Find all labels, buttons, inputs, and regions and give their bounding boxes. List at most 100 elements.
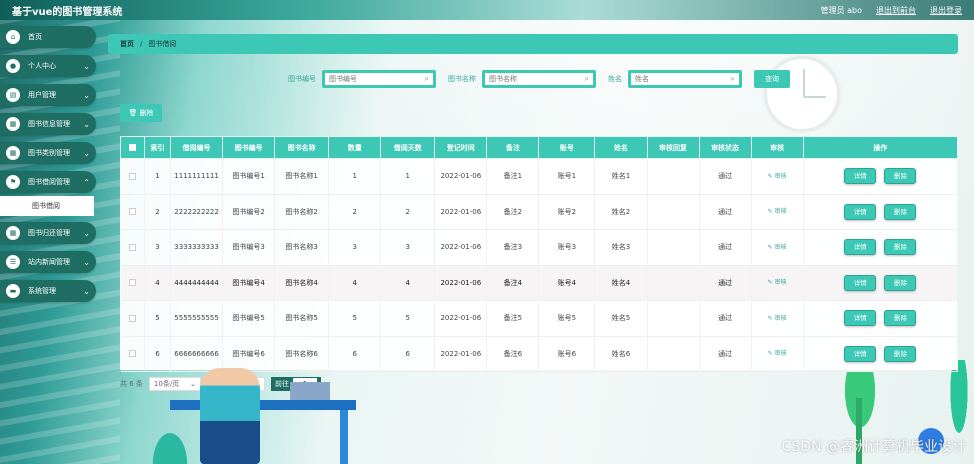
page-size-select[interactable]: 10条/页 ⌄ [148, 377, 201, 391]
sidebar-item-book-borrow[interactable]: ⚑ 图书借阅管理 ⌃ [0, 171, 96, 193]
cell-note: 备注1 [486, 158, 540, 195]
cell-book-no: 图书编号1 [222, 158, 276, 195]
name-field[interactable]: ⌕ [628, 70, 742, 88]
edit-icon: ✎ [767, 279, 775, 287]
breadcrumb-home[interactable]: 首页 [120, 39, 134, 49]
edit-icon: ✎ [767, 172, 775, 180]
cell-qty: 6 [328, 336, 382, 372]
cell-reply [647, 336, 700, 372]
book-name-field[interactable]: ⌕ [482, 70, 596, 88]
breadcrumb-current: 图书借阅 [148, 40, 177, 48]
audit-link[interactable]: ✎ 审核 [768, 244, 787, 251]
table-row: 6 6666666666 图书编号6 图书名称6 6 6 2022-01-06 … [120, 336, 959, 372]
cell-account: 账号2 [538, 194, 596, 230]
audit-link[interactable]: ✎ 审核 [768, 279, 787, 286]
sidebar-item-system[interactable]: ▬ 系统管理 ⌄ [0, 280, 96, 302]
detail-button[interactable]: 详情 [844, 168, 877, 185]
borrow-table: 索引 借阅编号 图书编号 图书名称 数量 借阅天数 登记时间 备注 账号 姓名 … [119, 136, 959, 372]
row-checkbox[interactable] [128, 172, 136, 180]
cell-borrow-no: 2222222222 [170, 194, 224, 230]
column-header: 登记时间 [434, 136, 488, 159]
search-icon: ⌕ [584, 74, 589, 83]
cell-book-no: 图书编号3 [222, 229, 276, 266]
chevron-down-icon: ⌄ [83, 148, 90, 158]
logout-front-link[interactable]: 退出到前台 [876, 5, 916, 16]
cell-note: 备注4 [486, 265, 540, 301]
row-checkbox[interactable] [128, 243, 136, 251]
cell-book-no: 图书编号4 [222, 265, 276, 301]
batch-delete-button[interactable]: 🗑 删除 [120, 104, 162, 122]
delete-button[interactable]: 删除 [884, 345, 917, 362]
sidebar-item-book-return[interactable]: ▦ 图书归还管理 ⌄ [0, 222, 96, 244]
audit-link[interactable]: ✎ 审核 [768, 173, 787, 180]
sidebar-item-users[interactable]: ▤ 用户管理 ⌄ [0, 84, 96, 106]
detail-button[interactable]: 详情 [844, 203, 877, 220]
row-checkbox[interactable] [128, 279, 136, 287]
book-no-input[interactable] [329, 75, 425, 83]
row-checkbox[interactable] [128, 350, 136, 358]
sidebar-item-label: 首页 [28, 33, 42, 41]
cell-book-name: 图书名称1 [274, 158, 330, 195]
detail-button[interactable]: 详情 [844, 345, 877, 362]
sidebar-subitem-borrow[interactable]: 图书借阅 [0, 196, 94, 216]
name-input[interactable] [635, 75, 731, 83]
sidebar-item-book-info[interactable]: ▦ 图书信息管理 ⌄ [0, 113, 96, 135]
cell-index: 6 [144, 336, 172, 372]
cell-qty: 4 [328, 265, 382, 301]
cell-index: 2 [144, 194, 172, 230]
audit-link[interactable]: ✎ 审核 [768, 315, 787, 322]
sidebar-item-news[interactable]: ☰ 站内新闻管理 ⌄ [0, 251, 96, 273]
cell-reply [647, 158, 700, 195]
header-select-all[interactable] [119, 136, 146, 159]
audit-link-label: 审核 [774, 350, 787, 358]
cell-book-no: 图书编号2 [222, 194, 276, 230]
sidebar-item-book-category[interactable]: ▦ 图书类别管理 ⌄ [0, 142, 96, 164]
person-illustration [200, 368, 260, 464]
column-header: 借阅编号 [170, 136, 224, 159]
book-name-input[interactable] [489, 75, 585, 83]
cell-name: 姓名5 [594, 300, 648, 337]
cell-account: 账号3 [538, 229, 596, 266]
column-header: 数量 [328, 136, 382, 159]
delete-button[interactable]: 删除 [884, 310, 917, 327]
table-header-row: 索引 借阅编号 图书编号 图书名称 数量 借阅天数 登记时间 备注 账号 姓名 … [119, 136, 959, 159]
desk-leg-illustration [340, 410, 348, 464]
audit-link[interactable]: ✎ 审核 [768, 350, 787, 357]
cell-index: 5 [144, 300, 172, 337]
cell-book-name: 图书名称2 [274, 194, 330, 230]
column-header: 账号 [538, 136, 596, 159]
cell-status: 通过 [699, 229, 752, 266]
cell-qty: 3 [328, 229, 382, 266]
detail-button[interactable]: 详情 [844, 239, 877, 256]
drive-icon: ▬ [6, 284, 20, 298]
logout-link[interactable]: 退出登录 [930, 5, 962, 16]
sidebar-item-personal[interactable]: ● 个人中心 ⌄ [0, 55, 96, 77]
query-button[interactable]: 查询 [754, 70, 790, 88]
cell-note: 备注6 [486, 336, 540, 372]
sidebar-item-home[interactable]: ⌂ 首页 [0, 26, 96, 48]
column-header: 借阅天数 [380, 136, 436, 159]
audit-link[interactable]: ✎ 审核 [768, 208, 787, 215]
cell-reply [647, 194, 700, 230]
desk-illustration [170, 400, 356, 410]
cell-qty: 5 [328, 300, 382, 337]
cell-note: 备注2 [486, 194, 540, 230]
select-all-checkbox[interactable] [129, 144, 136, 151]
column-header: 姓名 [594, 136, 648, 159]
delete-button[interactable]: 删除 [884, 168, 917, 185]
detail-button[interactable]: 详情 [844, 310, 877, 327]
edit-icon: ✎ [767, 350, 775, 358]
delete-button[interactable]: 删除 [884, 239, 917, 256]
delete-button[interactable]: 删除 [884, 203, 917, 220]
delete-button[interactable]: 删除 [884, 274, 917, 291]
audit-link-label: 审核 [774, 243, 787, 251]
book-no-field[interactable]: ⌕ [322, 70, 436, 88]
search-icon: ⌕ [730, 74, 735, 83]
table-row: 2 2222222222 图书编号2 图书名称2 2 2 2022-01-06 … [120, 194, 959, 230]
row-checkbox[interactable] [128, 208, 136, 216]
detail-button[interactable]: 详情 [844, 274, 877, 291]
user-icon: ● [6, 59, 20, 73]
row-checkbox[interactable] [128, 314, 136, 322]
table-row: 4 4444444444 图书编号4 图书名称4 4 4 2022-01-06 … [120, 265, 959, 301]
cell-days: 4 [380, 265, 436, 301]
